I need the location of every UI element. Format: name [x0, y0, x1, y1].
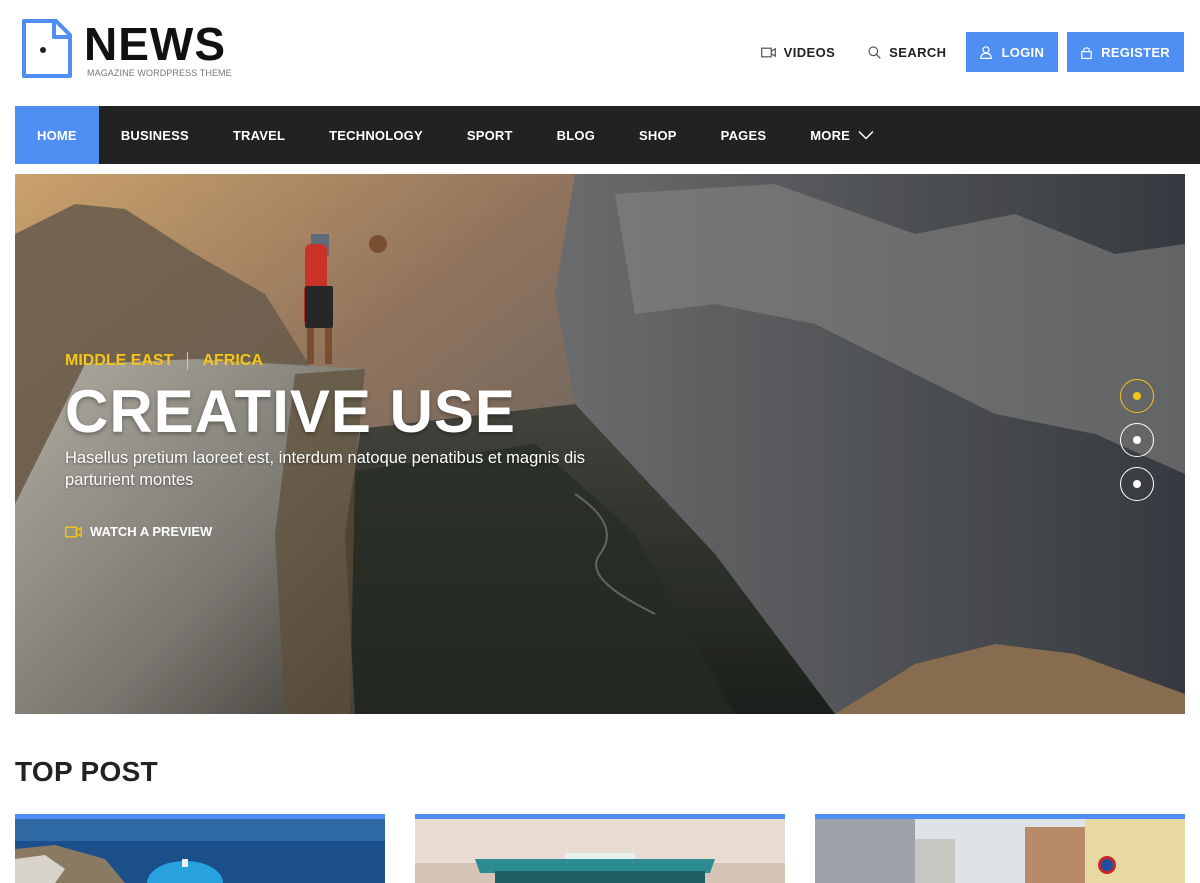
post-thumbnail — [415, 819, 785, 883]
search-icon — [868, 45, 881, 59]
nav-item-more[interactable]: MORE — [788, 106, 896, 164]
nav-item-business[interactable]: BUSINESS — [99, 106, 211, 164]
slider-dot-1[interactable] — [1120, 379, 1154, 413]
nav-item-blog[interactable]: BLOG — [535, 106, 617, 164]
section-title-top-post: TOP POST — [15, 756, 158, 787]
nav-item-shop[interactable]: SHOP — [617, 106, 699, 164]
slider-pagination — [1120, 379, 1154, 511]
hero-description: Hasellus pretium laoreet est, interdum n… — [65, 449, 586, 489]
main-nav: HOME BUSINESS TRAVEL TECHNOLOGY SPORT BL… — [15, 106, 1200, 164]
top-post-card-2[interactable] — [415, 814, 785, 883]
watch-preview-link[interactable]: WATCH A PREVIEW — [65, 524, 212, 539]
nav-item-technology[interactable]: TECHNOLOGY — [307, 106, 445, 164]
nav-item-pages[interactable]: PAGES — [699, 106, 789, 164]
videos-label: VIDEOS — [783, 44, 836, 60]
hero-title[interactable]: CREATIVE USE — [65, 377, 516, 446]
login-button[interactable]: LOGIN — [966, 32, 1059, 72]
search-label: SEARCH — [889, 44, 947, 60]
register-button[interactable]: REGISTER — [1067, 32, 1184, 72]
category-africa[interactable]: AFRICA — [202, 352, 262, 370]
slider-dot-2[interactable] — [1120, 423, 1154, 457]
category-separator — [187, 352, 189, 370]
hero-slider[interactable]: MIDDLE EAST AFRICA CREATIVE USE Hasellus… — [15, 174, 1185, 714]
login-label: LOGIN — [1001, 44, 1045, 60]
logo-title: NEWS — [84, 17, 226, 70]
video-camera-icon — [65, 526, 82, 537]
video-camera-icon — [760, 47, 776, 57]
top-post-card-3[interactable] — [815, 814, 1185, 883]
register-label: REGISTER — [1101, 44, 1170, 60]
chevron-down-icon — [858, 130, 874, 140]
watch-preview-label: WATCH A PREVIEW — [90, 524, 213, 539]
header-actions: VIDEOS SEARCH LOGIN REGISTER — [760, 32, 1184, 72]
nav-item-home[interactable]: HOME — [15, 106, 99, 164]
user-icon — [980, 45, 993, 59]
lock-icon — [1081, 46, 1092, 59]
search-link[interactable]: SEARCH — [868, 45, 946, 60]
site-logo[interactable]: NEWS MAGAZINE WORDPRESS THEME — [20, 18, 232, 80]
videos-link[interactable]: VIDEOS — [760, 44, 836, 60]
site-header: NEWS MAGAZINE WORDPRESS THEME VIDEOS SEA… — [0, 0, 1200, 106]
post-thumbnail — [15, 819, 385, 883]
nav-item-more-label: MORE — [810, 127, 851, 143]
nav-item-travel[interactable]: TRAVEL — [211, 106, 307, 164]
document-icon — [22, 19, 72, 78]
category-middle-east[interactable]: MIDDLE EAST — [65, 352, 173, 370]
logo-subtitle: MAGAZINE WORDPRESS THEME — [87, 67, 232, 78]
nav-item-sport[interactable]: SPORT — [445, 106, 535, 164]
post-thumbnail — [815, 819, 1185, 883]
slider-dot-3[interactable] — [1120, 467, 1154, 501]
hero-categories: MIDDLE EAST AFRICA — [65, 352, 263, 370]
top-post-card-1[interactable] — [15, 814, 385, 883]
